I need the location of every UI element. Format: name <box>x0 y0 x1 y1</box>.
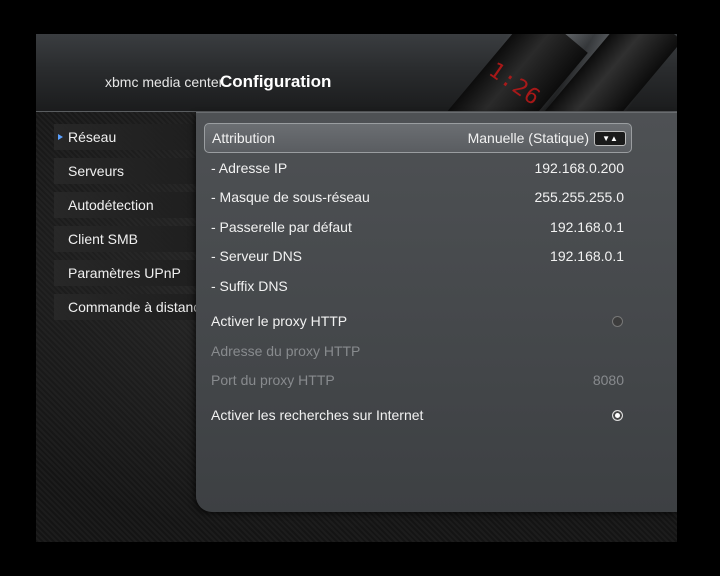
setting-label: - Masque de sous-réseau <box>211 189 370 205</box>
radio-on-icon[interactable] <box>612 410 623 421</box>
setting-value: 255.255.255.0 <box>534 189 624 205</box>
setting-label: - Adresse IP <box>211 160 288 176</box>
setting-ip-address[interactable]: - Adresse IP 192.168.0.200 <box>204 154 630 182</box>
header: 1:26 xbmc media center Configuration <box>36 34 677 112</box>
setting-http-proxy-address: Adresse du proxy HTTP <box>204 337 630 365</box>
setting-label: - Passerelle par défaut <box>211 219 352 235</box>
sidebar-item-network[interactable]: Réseau <box>54 124 219 150</box>
sidebar-item-smb-client[interactable]: Client SMB <box>54 226 219 252</box>
sidebar-item-label: Autodétection <box>68 197 154 213</box>
sidebar-item-label: Paramètres UPnP <box>68 265 181 281</box>
setting-gateway[interactable]: - Passerelle par défaut 192.168.0.1 <box>204 213 630 241</box>
sidebar-item-servers[interactable]: Serveurs <box>54 158 219 184</box>
setting-value: 192.168.0.200 <box>534 160 624 176</box>
setting-http-proxy-port: Port du proxy HTTP 8080 <box>204 366 630 394</box>
setting-dns-suffix[interactable]: - Suffix DNS <box>204 272 630 300</box>
radio-off-icon[interactable] <box>612 316 623 327</box>
setting-enable-http-proxy[interactable]: Activer le proxy HTTP <box>204 307 630 335</box>
sidebar-item-label: Commande à distance <box>68 299 209 315</box>
sidebar-item-label: Serveurs <box>68 163 125 179</box>
sidebar-item-label: Client SMB <box>68 231 139 247</box>
sidebar-item-upnp[interactable]: Paramètres UPnP <box>54 260 219 286</box>
xbmc-window: 1:26 xbmc media center Configuration Rés… <box>36 34 677 542</box>
setting-value: 192.168.0.1 <box>550 248 624 264</box>
setting-label: Activer les recherches sur Internet <box>211 407 424 423</box>
setting-dns-server[interactable]: - Serveur DNS 192.168.0.1 <box>204 242 630 270</box>
spin-control-icon[interactable]: ▼▲ <box>594 131 626 146</box>
sidebar-item-autodetection[interactable]: Autodétection <box>54 192 219 218</box>
setting-subnet-mask[interactable]: - Masque de sous-réseau 255.255.255.0 <box>204 183 630 211</box>
setting-label: Adresse du proxy HTTP <box>211 343 361 359</box>
setting-label: Activer le proxy HTTP <box>211 313 348 329</box>
setting-label: Port du proxy HTTP <box>211 372 335 388</box>
setting-value: 8080 <box>592 372 624 388</box>
sidebar: Réseau Serveurs Autodétection Client SMB… <box>54 124 219 328</box>
setting-value: 192.168.0.1 <box>550 219 624 235</box>
setting-label: - Serveur DNS <box>211 248 303 264</box>
setting-value: Manuelle (Statique) <box>467 130 589 146</box>
setting-internet-lookups[interactable]: Activer les recherches sur Internet <box>204 401 630 429</box>
app-brand: xbmc media center <box>105 74 224 90</box>
setting-attribution[interactable]: Attribution Manuelle (Statique) ▼▲ <box>204 123 632 153</box>
sidebar-item-remote-control[interactable]: Commande à distance <box>54 294 219 320</box>
setting-label: Attribution <box>212 130 276 146</box>
sidebar-item-label: Réseau <box>68 129 117 145</box>
page-title: Configuration <box>220 72 332 91</box>
settings-panel: Attribution Manuelle (Statique) ▼▲ - Adr… <box>196 112 677 512</box>
setting-label: - Suffix DNS <box>211 278 288 294</box>
